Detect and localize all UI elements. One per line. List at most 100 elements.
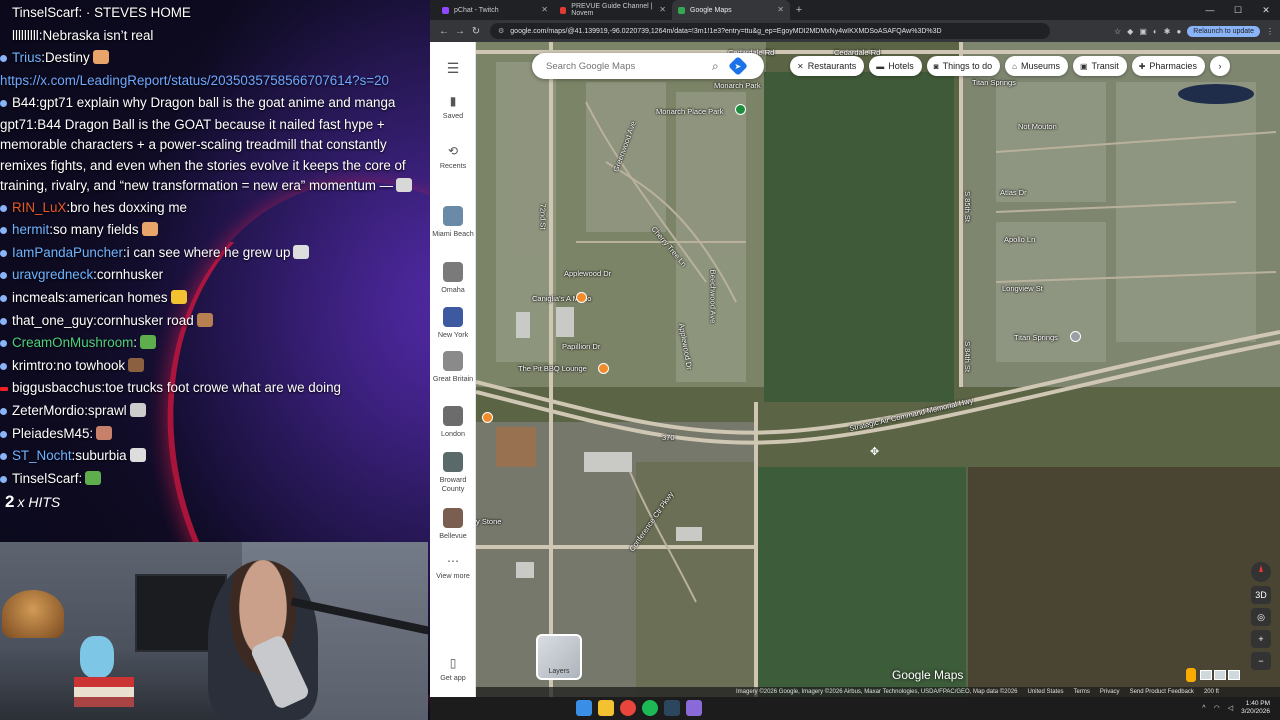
scale-bar[interactable]: 200 ft	[1204, 689, 1219, 695]
star-icon[interactable]: ☆	[1114, 27, 1121, 36]
chat-username: uravgredneck	[12, 267, 94, 283]
chat-link[interactable]: https://x.com/LeadingReport/status/20350…	[0, 73, 389, 88]
tab-google-maps[interactable]: Google Maps ✕	[672, 0, 790, 20]
new-tab-icon[interactable]: +	[790, 0, 808, 20]
app-icon[interactable]	[686, 700, 702, 716]
chat-text: :cornhusker road	[93, 312, 194, 328]
tab-prevue[interactable]: PREVUE Guide Channel | Novem ✕	[554, 0, 672, 20]
chat-message: https://x.com/LeadingReport/status/20350…	[0, 70, 430, 93]
clock[interactable]: 1:40 PM 3/20/2026	[1241, 700, 1270, 716]
rail-item-bellevue[interactable]: Bellevue	[430, 508, 476, 540]
steam-icon[interactable]	[664, 700, 680, 716]
restaurant-icon: ✕	[797, 61, 804, 71]
chat-text: :Destiny	[41, 50, 90, 66]
layer-thumb-icon[interactable]	[1200, 670, 1212, 680]
tab-close-icon[interactable]: ✕	[541, 5, 548, 14]
extension-icon[interactable]: ◐	[1153, 27, 1158, 36]
minimize-icon[interactable]: —	[1196, 0, 1224, 20]
reload-icon[interactable]: ↻	[468, 26, 484, 37]
site-info-icon[interactable]: ⚙	[498, 27, 504, 35]
tab-close-icon[interactable]: ✕	[659, 5, 666, 14]
privacy-link[interactable]: Privacy	[1100, 689, 1120, 695]
chat-badge-icon	[0, 294, 7, 302]
rail-label: Saved	[442, 111, 464, 120]
tilt-3d-button[interactable]: 3D	[1251, 586, 1271, 604]
chat-text: :no towhook	[52, 357, 126, 373]
rail-item-miami-beach[interactable]: Miami Beach	[430, 206, 476, 238]
rail-item-london[interactable]: London	[430, 406, 476, 438]
directions-icon[interactable]: ➤	[727, 56, 748, 76]
close-window-icon[interactable]: ✕	[1252, 0, 1280, 20]
spotify-icon[interactable]	[642, 700, 658, 716]
chat-message: ST_Nocht:suburbia	[0, 445, 430, 468]
layer-thumb-icon[interactable]	[1214, 670, 1226, 680]
network-icon[interactable]: ◠	[1214, 704, 1220, 712]
zoom-out-icon[interactable]: −	[1251, 652, 1271, 670]
search-input[interactable]	[546, 60, 706, 72]
chip-things-to-do[interactable]: ◙ Things to do	[926, 56, 1001, 76]
layers-button[interactable]: Layers	[536, 634, 582, 680]
rail-item-great-britain[interactable]: Great Britain	[430, 351, 476, 383]
layer-thumb-icon[interactable]	[1228, 670, 1240, 680]
chat-username: ST_Nocht	[12, 448, 72, 464]
more-icon: ⋯	[447, 554, 459, 568]
chip-label: Transit	[1091, 61, 1119, 71]
chips-next-icon[interactable]: ›	[1209, 56, 1230, 76]
windows-start-icon[interactable]	[576, 700, 592, 716]
maximize-icon[interactable]: ☐	[1224, 0, 1252, 20]
chat-text: :so many fields	[49, 222, 139, 238]
map-label-place: Titan Springs	[1014, 333, 1058, 342]
restaurant-pin-icon[interactable]	[482, 412, 493, 423]
emote-icon	[129, 402, 146, 417]
chat-text: :	[89, 425, 94, 441]
file-explorer-icon[interactable]	[598, 700, 614, 716]
address-bar[interactable]: ⚙ google.com/maps/@41.139919,-96.0220739,…	[490, 23, 1050, 39]
chat-message: hermit:so many fields	[0, 219, 430, 242]
compass-icon[interactable]	[1251, 562, 1271, 582]
restaurant-pin-icon[interactable]	[576, 292, 587, 303]
chip-pharmacies[interactable]: ✚ Pharmacies	[1131, 56, 1205, 76]
chat-text: :cornhusker	[93, 267, 164, 283]
street-view-pegman-icon[interactable]	[1186, 668, 1196, 682]
volume-icon[interactable]: ◁	[1228, 704, 1233, 712]
chat-username: lllllllll	[12, 27, 39, 43]
chrome-icon[interactable]	[620, 700, 636, 716]
satellite-map[interactable]: Cedardale Rd Cedardale Rd Monarch Park M…	[476, 42, 1280, 697]
chip-restaurants[interactable]: ✕ Restaurants	[790, 56, 865, 76]
rail-item-saved[interactable]: ▮ Saved	[430, 94, 476, 120]
hamburger-menu-icon[interactable]: ☰	[430, 60, 476, 80]
park-pin-icon[interactable]	[735, 104, 746, 115]
menu-icon[interactable]: ⋮	[1266, 27, 1274, 36]
chip-transit[interactable]: ▣ Transit	[1072, 56, 1127, 76]
rail-item-omaha[interactable]: Omaha	[430, 262, 476, 294]
relaunch-button[interactable]: Relaunch to update	[1187, 25, 1260, 37]
restaurant-pin-icon[interactable]	[598, 363, 609, 374]
feedback-link[interactable]: Send Product Feedback	[1130, 689, 1194, 695]
extension-icon[interactable]: ◆	[1127, 27, 1133, 36]
forward-icon[interactable]: →	[452, 26, 468, 37]
rail-item-broward-county[interactable]: Broward County	[430, 452, 476, 493]
zoom-in-icon[interactable]: +	[1251, 630, 1271, 648]
back-icon[interactable]: ←	[436, 26, 452, 37]
search-box[interactable]: ⌕ ➤	[532, 53, 764, 79]
tray-chevron-icon[interactable]: ^	[1202, 705, 1205, 712]
tab-close-icon[interactable]: ✕	[777, 5, 784, 14]
search-icon[interactable]: ⌕	[712, 59, 719, 74]
maps-favicon-icon	[678, 6, 685, 14]
chat-text: :	[78, 470, 83, 486]
profile-icon[interactable]: ●	[1176, 27, 1181, 36]
place-pin-icon[interactable]	[1070, 331, 1081, 342]
rail-item-get-app[interactable]: ▯ Get app	[430, 656, 476, 682]
rail-item-recents[interactable]: ⟲ Recents	[430, 144, 476, 170]
tab-twitch-chat[interactable]: pChat - Twitch ✕	[436, 0, 554, 20]
puzzle-icon[interactable]: ✱	[1164, 27, 1171, 36]
terms-link[interactable]: Terms	[1074, 689, 1090, 695]
my-location-icon[interactable]: ◎	[1251, 608, 1271, 626]
chip-hotels[interactable]: ▬ Hotels	[869, 56, 922, 76]
extension-icon[interactable]: ▣	[1139, 27, 1147, 36]
rail-item-view-more[interactable]: ⋯ View more	[430, 554, 476, 580]
chip-museums[interactable]: ⌂ Museums	[1005, 56, 1068, 76]
map-label-highway-shield: 370	[662, 433, 675, 442]
rail-item-new-york[interactable]: New York	[430, 307, 476, 339]
region-link[interactable]: United States	[1028, 689, 1064, 695]
